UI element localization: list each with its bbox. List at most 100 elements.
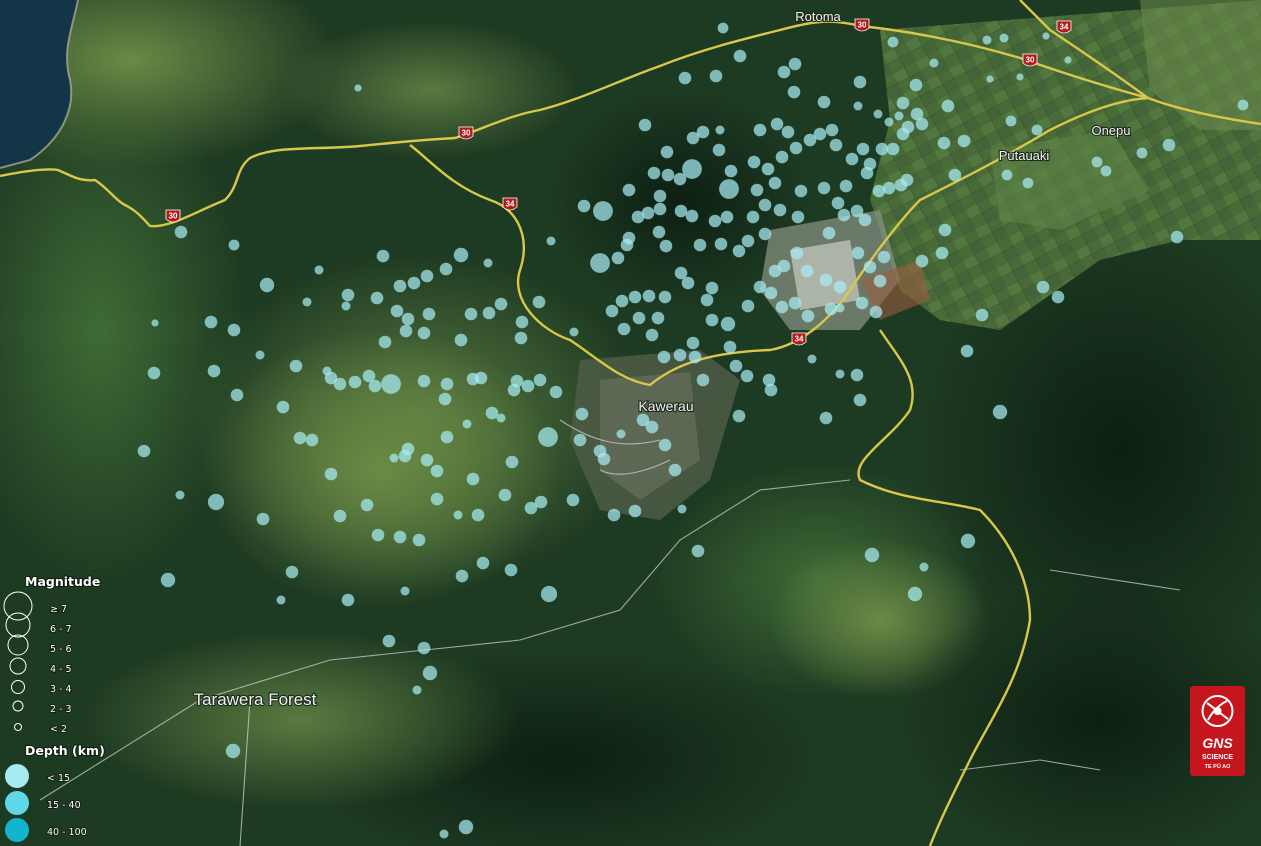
earthquake-marker[interactable] [348,375,362,389]
earthquake-marker[interactable] [577,199,591,213]
earthquake-marker[interactable] [915,117,929,131]
earthquake-marker[interactable] [504,563,518,577]
earthquake-marker[interactable] [605,304,619,318]
earthquake-marker[interactable] [430,464,444,478]
earthquake-marker[interactable] [682,159,702,179]
earthquake-marker[interactable] [652,225,666,239]
earthquake-marker[interactable] [1100,165,1112,177]
earthquake-marker[interactable] [590,253,610,273]
earthquake-marker[interactable] [761,162,775,176]
earthquake-marker[interactable] [305,433,319,447]
earthquake-marker[interactable] [440,430,454,444]
earthquake-marker[interactable] [521,379,535,393]
earthquake-marker[interactable] [422,665,438,681]
earthquake-marker[interactable] [741,234,755,248]
earthquake-marker[interactable] [658,290,672,304]
earthquake-marker[interactable] [775,300,789,314]
earthquake-marker[interactable] [741,299,755,313]
earthquake-marker[interactable] [817,95,831,109]
earthquake-marker[interactable] [471,508,485,522]
earthquake-marker[interactable] [715,125,725,135]
earthquake-marker[interactable] [400,586,410,596]
earthquake-marker[interactable] [573,433,587,447]
earthquake-marker[interactable] [593,201,613,221]
earthquake-marker[interactable] [747,155,761,169]
earthquake-marker[interactable] [256,512,270,526]
earthquake-marker[interactable] [724,164,738,178]
earthquake-marker[interactable] [800,264,814,278]
earthquake-marker[interactable] [324,467,338,481]
earthquake-marker[interactable] [401,442,415,456]
earthquake-marker[interactable] [255,350,265,360]
earthquake-marker[interactable] [685,209,699,223]
earthquake-marker[interactable] [147,366,161,380]
earthquake-marker[interactable] [732,244,746,258]
earthquake-marker[interactable] [733,49,747,63]
earthquake-marker[interactable] [611,251,625,265]
earthquake-marker[interactable] [1042,32,1050,40]
earthquake-marker[interactable] [777,259,791,273]
earthquake-marker[interactable] [466,472,480,486]
earthquake-marker[interactable] [886,142,900,156]
earthquake-marker[interactable] [986,75,994,83]
earthquake-marker[interactable] [645,420,659,434]
earthquake-marker[interactable] [674,204,688,218]
earthquake-marker[interactable] [824,302,838,316]
earthquake-marker[interactable] [1091,156,1103,168]
earthquake-marker[interactable] [770,117,784,131]
earthquake-marker[interactable] [708,214,722,228]
earthquake-marker[interactable] [768,176,782,190]
earthquake-marker[interactable] [887,36,899,48]
earthquake-marker[interactable] [686,336,700,350]
earthquake-marker[interactable] [225,743,241,759]
earthquake-marker[interactable] [645,328,659,342]
earthquake-marker[interactable] [835,303,845,313]
earthquake-marker[interactable] [485,406,499,420]
earthquake-marker[interactable] [360,498,374,512]
earthquake-marker[interactable] [660,145,674,159]
earthquake-marker[interactable] [853,393,867,407]
earthquake-marker[interactable] [362,369,376,383]
earthquake-marker[interactable] [422,307,436,321]
earthquake-marker[interactable] [960,533,976,549]
earthquake-marker[interactable] [540,585,558,603]
earthquake-marker[interactable] [901,120,915,134]
earthquake-marker[interactable] [894,111,904,121]
earthquake-marker[interactable] [515,315,529,329]
earthquake-marker[interactable] [505,455,519,469]
earthquake-marker[interactable] [259,277,275,293]
earthquake-marker[interactable] [750,183,764,197]
earthquake-marker[interactable] [717,22,729,34]
earthquake-marker[interactable] [276,400,290,414]
earthquake-marker[interactable] [896,96,910,110]
earthquake-marker[interactable] [1005,115,1017,127]
earthquake-marker[interactable] [1016,73,1024,81]
earthquake-marker[interactable] [696,125,710,139]
earthquake-marker[interactable] [151,319,159,327]
earthquake-marker[interactable] [622,231,636,245]
earthquake-marker[interactable] [864,547,880,563]
earthquake-marker[interactable] [873,109,883,119]
earthquake-marker[interactable] [370,291,384,305]
earthquake-marker[interactable] [1001,169,1013,181]
earthquake-marker[interactable] [705,313,719,327]
earthquake-marker[interactable] [929,58,939,68]
earthquake-marker[interactable] [712,143,726,157]
earthquake-marker[interactable] [659,239,673,253]
earthquake-marker[interactable] [207,364,221,378]
earthquake-marker[interactable] [390,304,404,318]
earthquake-marker[interactable] [691,544,705,558]
earthquake-marker[interactable] [653,202,667,216]
earthquake-marker[interactable] [856,142,870,156]
earthquake-marker[interactable] [700,293,714,307]
earthquake-marker[interactable] [412,533,426,547]
earthquake-marker[interactable] [863,260,877,274]
earthquake-marker[interactable] [1031,124,1043,136]
earthquake-marker[interactable] [900,173,914,187]
earthquake-marker[interactable] [781,125,795,139]
earthquake-marker[interactable] [709,69,723,83]
earthquake-marker[interactable] [417,374,431,388]
earthquake-marker[interactable] [401,312,415,326]
earthquake-marker[interactable] [439,829,449,839]
earthquake-marker[interactable] [642,289,656,303]
